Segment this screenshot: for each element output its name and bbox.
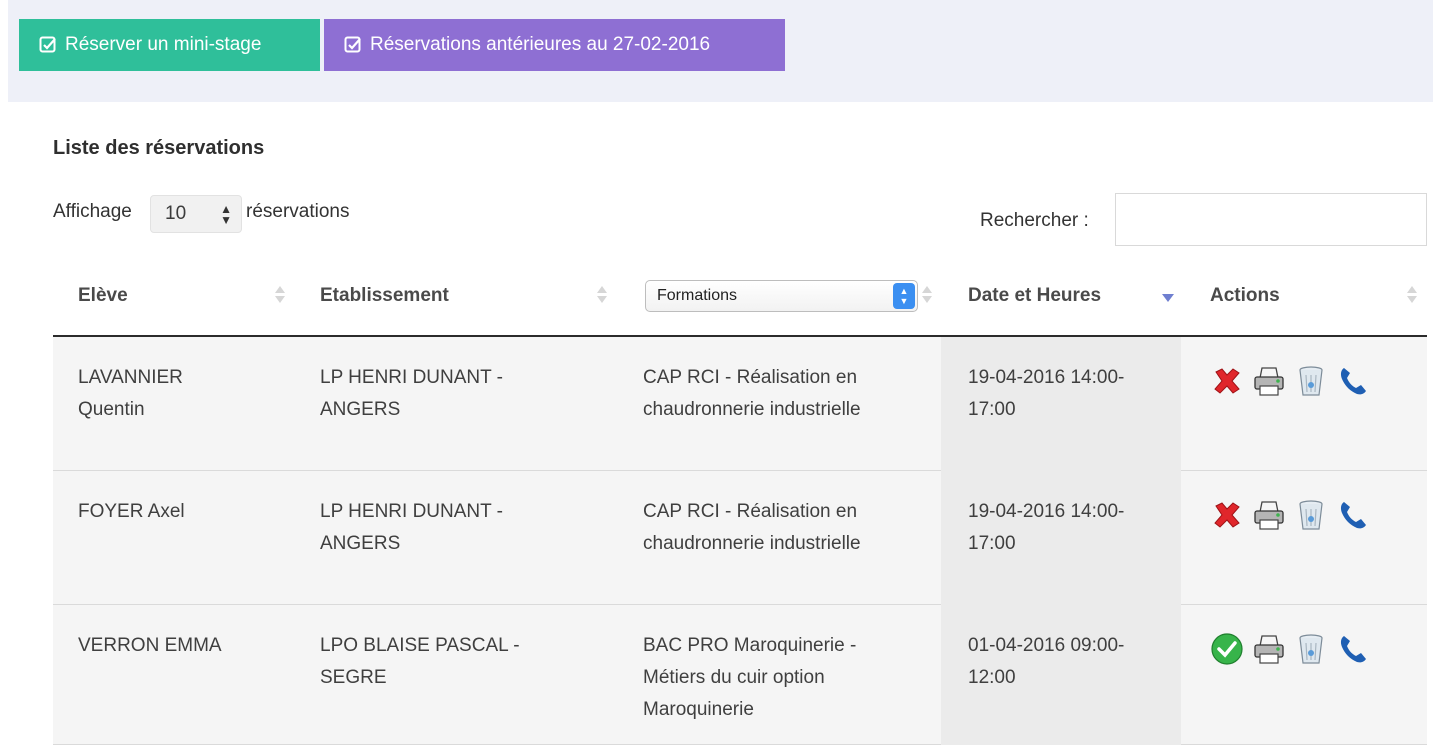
datetime-cell: 19-04-2016 14:00- 17:00	[968, 496, 1124, 560]
page-length-value: 10	[165, 203, 187, 224]
cell-line: 17:00	[968, 399, 1016, 420]
phone-icon[interactable]	[1336, 498, 1370, 532]
column-header-actions: Actions	[1210, 285, 1280, 306]
formation-cell: CAP RCI - Réalisation en chaudronnerie i…	[643, 362, 861, 426]
datetime-cell: 19-04-2016 14:00- 17:00	[968, 362, 1124, 426]
trash-icon[interactable]	[1294, 498, 1328, 532]
student-cell: FOYER Axel	[78, 496, 185, 528]
cell-line: CAP RCI - Réalisation en	[643, 367, 858, 388]
cell-line: chaudronnerie industrielle	[643, 399, 861, 420]
select-arrows-icon: ▲ ▼	[220, 202, 232, 227]
cell-line: LP HENRI DUNANT -	[320, 501, 503, 522]
school-cell: LP HENRI DUNANT - ANGERS	[320, 496, 503, 560]
cell-line: LAVANNIER	[78, 367, 183, 388]
cell-line: FOYER Axel	[78, 501, 185, 522]
select-stepper-icon: ▲ ▼	[893, 283, 915, 309]
cell-line: 12:00	[968, 667, 1016, 688]
cell-line: LPO BLAISE PASCAL -	[320, 635, 520, 656]
printer-icon[interactable]	[1252, 364, 1286, 398]
cell-line: 19-04-2016 14:00-	[968, 367, 1125, 388]
formations-filter-select[interactable]: Formations ▲ ▼	[645, 280, 918, 312]
table-row: VERRON EMMA LPO BLAISE PASCAL - SEGRE BA…	[53, 605, 1427, 745]
trash-icon[interactable]	[1294, 632, 1328, 666]
cell-line: Maroquinerie	[643, 699, 754, 720]
column-header-school[interactable]: Etablissement	[320, 285, 449, 307]
cell-line: 17:00	[968, 533, 1016, 554]
reserve-mini-stage-button[interactable]: Réserver un mini-stage	[19, 19, 320, 71]
phone-icon[interactable]	[1336, 364, 1370, 398]
display-prefix: Affichage	[53, 201, 132, 222]
column-header-student[interactable]: Elève	[78, 285, 128, 307]
school-cell: LPO BLAISE PASCAL - SEGRE	[320, 630, 520, 694]
previous-reservations-button[interactable]: Réservations antérieures au 27-02-2016	[324, 19, 785, 71]
sort-icon[interactable]	[1407, 286, 1417, 304]
checkbox-icon	[344, 36, 361, 53]
sort-icon[interactable]	[597, 286, 607, 304]
sort-icon[interactable]	[922, 286, 932, 304]
checkbox-icon	[39, 36, 56, 53]
list-title: Liste des réservations	[53, 137, 265, 159]
student-cell: LAVANNIER Quentin	[78, 362, 183, 426]
cell-line: ANGERS	[320, 533, 401, 554]
cell-line: VERRON EMMA	[78, 635, 222, 656]
search-label: Rechercher :	[980, 210, 1089, 231]
cell-line: 01-04-2016 09:00-	[968, 635, 1125, 656]
cell-line: chaudronnerie industrielle	[643, 533, 861, 554]
phone-icon[interactable]	[1336, 632, 1370, 666]
check-icon[interactable]	[1210, 632, 1244, 666]
trash-icon[interactable]	[1294, 364, 1328, 398]
sort-desc-icon[interactable]	[1162, 294, 1174, 302]
display-suffix: réservations	[246, 201, 350, 222]
row-actions	[1210, 632, 1370, 666]
cross-icon[interactable]	[1210, 364, 1244, 398]
datetime-cell: 01-04-2016 09:00- 12:00	[968, 630, 1124, 694]
cell-line: SEGRE	[320, 667, 387, 688]
formations-filter-value: Formations	[657, 287, 738, 304]
table-row: LAVANNIER Quentin LP HENRI DUNANT - ANGE…	[53, 337, 1427, 471]
cell-line: 19-04-2016 14:00-	[968, 501, 1125, 522]
student-cell: VERRON EMMA	[78, 630, 222, 662]
search-input[interactable]	[1115, 193, 1427, 246]
cell-line: LP HENRI DUNANT -	[320, 367, 503, 388]
printer-icon[interactable]	[1252, 632, 1286, 666]
printer-icon[interactable]	[1252, 498, 1286, 532]
cell-line: BAC PRO Maroquinerie -	[643, 635, 857, 656]
row-actions	[1210, 498, 1370, 532]
table-row: FOYER Axel LP HENRI DUNANT - ANGERS CAP …	[53, 471, 1427, 605]
cell-line: Métiers du cuir option	[643, 667, 825, 688]
formation-cell: CAP RCI - Réalisation en chaudronnerie i…	[643, 496, 861, 560]
school-cell: LP HENRI DUNANT - ANGERS	[320, 362, 503, 426]
cell-line: ANGERS	[320, 399, 401, 420]
sort-icon[interactable]	[275, 286, 285, 304]
row-actions	[1210, 364, 1370, 398]
previous-button-label: Réservations antérieures au 27-02-2016	[370, 34, 711, 55]
cell-line: Quentin	[78, 399, 145, 420]
formation-cell: BAC PRO Maroquinerie - Métiers du cuir o…	[643, 630, 856, 726]
reserve-button-label: Réserver un mini-stage	[65, 34, 262, 55]
cell-line: CAP RCI - Réalisation en	[643, 501, 858, 522]
column-header-datetime[interactable]: Date et Heures	[968, 285, 1101, 307]
cross-icon[interactable]	[1210, 498, 1244, 532]
page-length-select[interactable]: 10 ▲ ▼	[150, 195, 242, 233]
